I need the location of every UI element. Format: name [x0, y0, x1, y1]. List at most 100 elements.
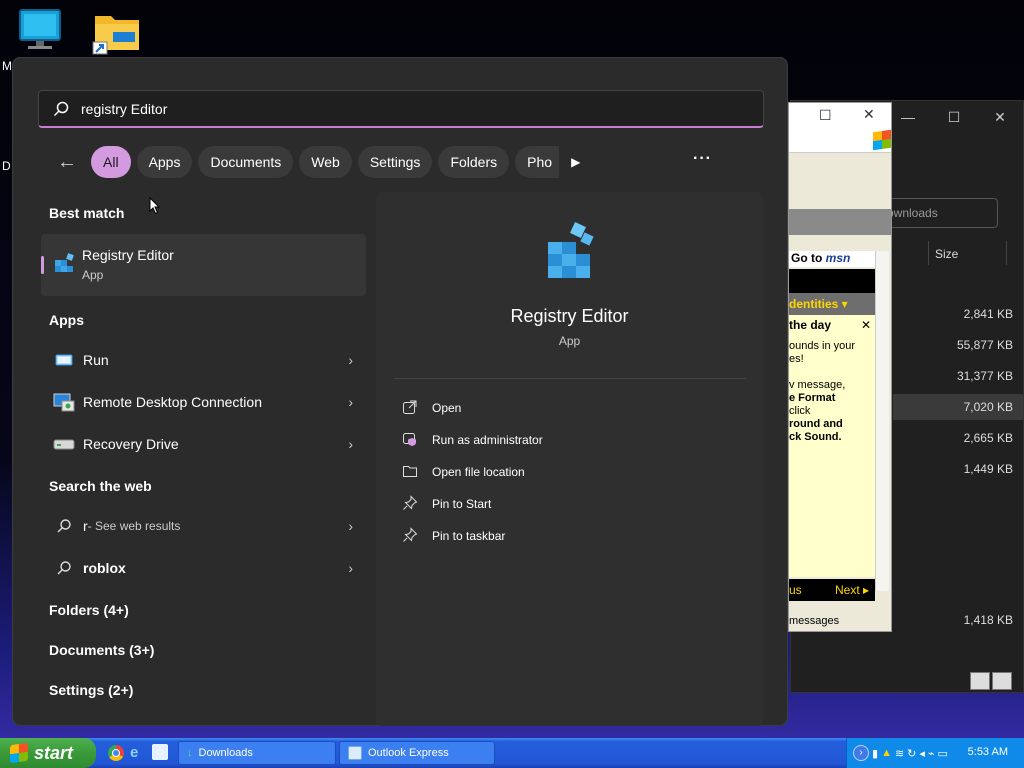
action-run-as-admin[interactable]: Run as administrator — [402, 427, 543, 453]
warning-icon[interactable]: ▲ — [881, 747, 892, 759]
app-item-remote-desktop[interactable]: Remote Desktop Connection › — [41, 382, 361, 422]
next-link[interactable]: Next ▸ — [835, 583, 869, 597]
download-icon: ↓ — [187, 747, 193, 759]
usb-icon[interactable]: ⌁ — [928, 747, 935, 760]
close-icon[interactable]: ✕ — [861, 319, 871, 332]
size-cell: 31,377 KB — [956, 369, 1013, 383]
details-subtitle: App — [558, 334, 581, 348]
shield-icon — [402, 431, 418, 450]
web-result-item[interactable]: r - See web results › — [41, 506, 361, 546]
size-cell: 1,449 KB — [963, 462, 1013, 476]
best-match-heading: Best match — [49, 205, 125, 221]
size-cell: 55,877 KB — [956, 338, 1013, 352]
action-open[interactable]: Open — [402, 395, 461, 421]
selection-accent — [41, 256, 44, 274]
registry-editor-large-icon — [548, 222, 594, 278]
close-icon[interactable]: ✕ — [863, 106, 875, 123]
goto-label: Go to — [791, 251, 823, 265]
network-icon[interactable]: ▮ — [872, 747, 878, 760]
start-menu: ← All Apps Documents Web Settings Folder… — [12, 57, 788, 726]
back-arrow-icon[interactable]: ← — [49, 146, 85, 178]
background-outlook-window[interactable]: ☐ ✕ Go to msn dentities ▾ the day ✕ ound… — [788, 102, 892, 632]
column-separator[interactable] — [1006, 241, 1007, 265]
chevron-right-icon[interactable]: › — [348, 436, 353, 452]
search-bar[interactable] — [38, 90, 764, 128]
desktop-folder-shortcut-icon[interactable] — [87, 8, 147, 56]
outlook-quicklaunch-icon[interactable] — [152, 744, 168, 760]
folder-icon — [402, 463, 418, 482]
app-label: Recovery Drive — [83, 436, 179, 452]
task-outlook-express[interactable]: Outlook Express — [339, 741, 495, 765]
action-open-file-location[interactable]: Open file location — [402, 459, 525, 485]
explorer-search-input[interactable]: ownloads — [886, 198, 998, 228]
chevron-right-icon[interactable]: › — [348, 518, 353, 534]
maximize-icon[interactable]: ☐ — [819, 107, 832, 124]
pin-icon — [402, 526, 418, 546]
start-button[interactable]: start — [0, 738, 96, 768]
outlook-titlebar[interactable]: ☐ ✕ — [789, 103, 891, 129]
large-icons-view-icon[interactable] — [992, 672, 1012, 690]
identities-menu[interactable]: dentities ▾ — [789, 293, 875, 315]
settings-heading[interactable]: Settings (2+) — [49, 682, 133, 698]
action-label: Pin to taskbar — [432, 529, 506, 543]
chrome-icon[interactable] — [108, 745, 124, 761]
details-view-icon[interactable] — [970, 672, 990, 690]
status-bar: messages — [789, 611, 891, 631]
filter-web[interactable]: Web — [299, 146, 352, 178]
sync-icon[interactable]: ↻ — [907, 747, 916, 760]
pin-icon — [402, 494, 418, 514]
clock[interactable]: 5:53 AM — [968, 746, 1008, 758]
tray-expand-icon[interactable]: › — [853, 745, 869, 761]
size-column-header[interactable]: Size — [935, 247, 958, 261]
vertical-scrollbar[interactable] — [875, 251, 889, 591]
drive-icon — [49, 437, 79, 451]
web-result-label: roblox — [83, 560, 126, 576]
tip-line: round and — [789, 418, 843, 430]
previous-link[interactable]: us — [789, 583, 802, 597]
desktop-computer-icon[interactable] — [10, 8, 70, 52]
monitor-tray-icon[interactable]: ▭ — [938, 747, 948, 760]
ie-icon[interactable]: e — [130, 744, 138, 761]
filter-documents[interactable]: Documents — [198, 146, 294, 178]
folders-heading[interactable]: Folders (4+) — [49, 602, 129, 618]
wifi-icon[interactable]: ≋ — [895, 747, 904, 760]
tip-line: ounds in your — [789, 340, 856, 352]
app-label: Run — [83, 352, 109, 368]
windows-flag-icon — [10, 742, 28, 764]
windows-flag-icon — [873, 129, 891, 151]
msn-logo: msn — [825, 251, 851, 265]
volume-icon[interactable]: ◂ — [919, 747, 925, 760]
tip-navigation: us Next ▸ — [789, 579, 875, 601]
documents-heading[interactable]: Documents (3+) — [49, 642, 154, 658]
action-pin-to-start[interactable]: Pin to Start — [402, 491, 491, 517]
outlook-express-icon — [348, 746, 362, 760]
filter-all[interactable]: All — [91, 146, 131, 178]
chevron-right-icon[interactable]: › — [348, 394, 353, 410]
app-item-recovery-drive[interactable]: Recovery Drive › — [41, 424, 361, 464]
close-icon[interactable]: ✕ — [977, 101, 1023, 133]
filter-photos[interactable]: Pho — [515, 146, 560, 178]
tip-line: click — [789, 405, 811, 417]
filter-bar: ← All Apps Documents Web Settings Folder… — [49, 146, 580, 178]
open-icon — [402, 399, 418, 418]
search-input[interactable] — [81, 100, 681, 117]
outlook-panel-bar — [789, 209, 891, 235]
more-options-icon[interactable]: ··· — [693, 150, 712, 168]
web-result-item[interactable]: roblox › — [41, 548, 361, 588]
registry-editor-icon — [55, 253, 74, 272]
filter-settings[interactable]: Settings — [357, 146, 433, 178]
app-item-run[interactable]: Run › — [41, 340, 361, 380]
best-match-item[interactable]: Registry Editor App — [41, 234, 366, 296]
scroll-right-icon[interactable]: ▶ — [571, 155, 580, 169]
chevron-right-icon[interactable]: › — [348, 560, 353, 576]
column-separator[interactable] — [928, 241, 929, 265]
outlook-black-band — [789, 269, 875, 293]
maximize-icon[interactable]: ☐ — [931, 101, 977, 133]
action-pin-to-taskbar[interactable]: Pin to taskbar — [402, 523, 505, 549]
chevron-right-icon[interactable]: › — [348, 352, 353, 368]
filter-folders[interactable]: Folders — [438, 146, 510, 178]
msn-bar[interactable]: Go to msn — [789, 251, 875, 267]
task-downloads[interactable]: ↓ Downloads — [178, 741, 336, 765]
filter-apps[interactable]: Apps — [136, 146, 193, 178]
action-label: Pin to Start — [432, 497, 492, 511]
